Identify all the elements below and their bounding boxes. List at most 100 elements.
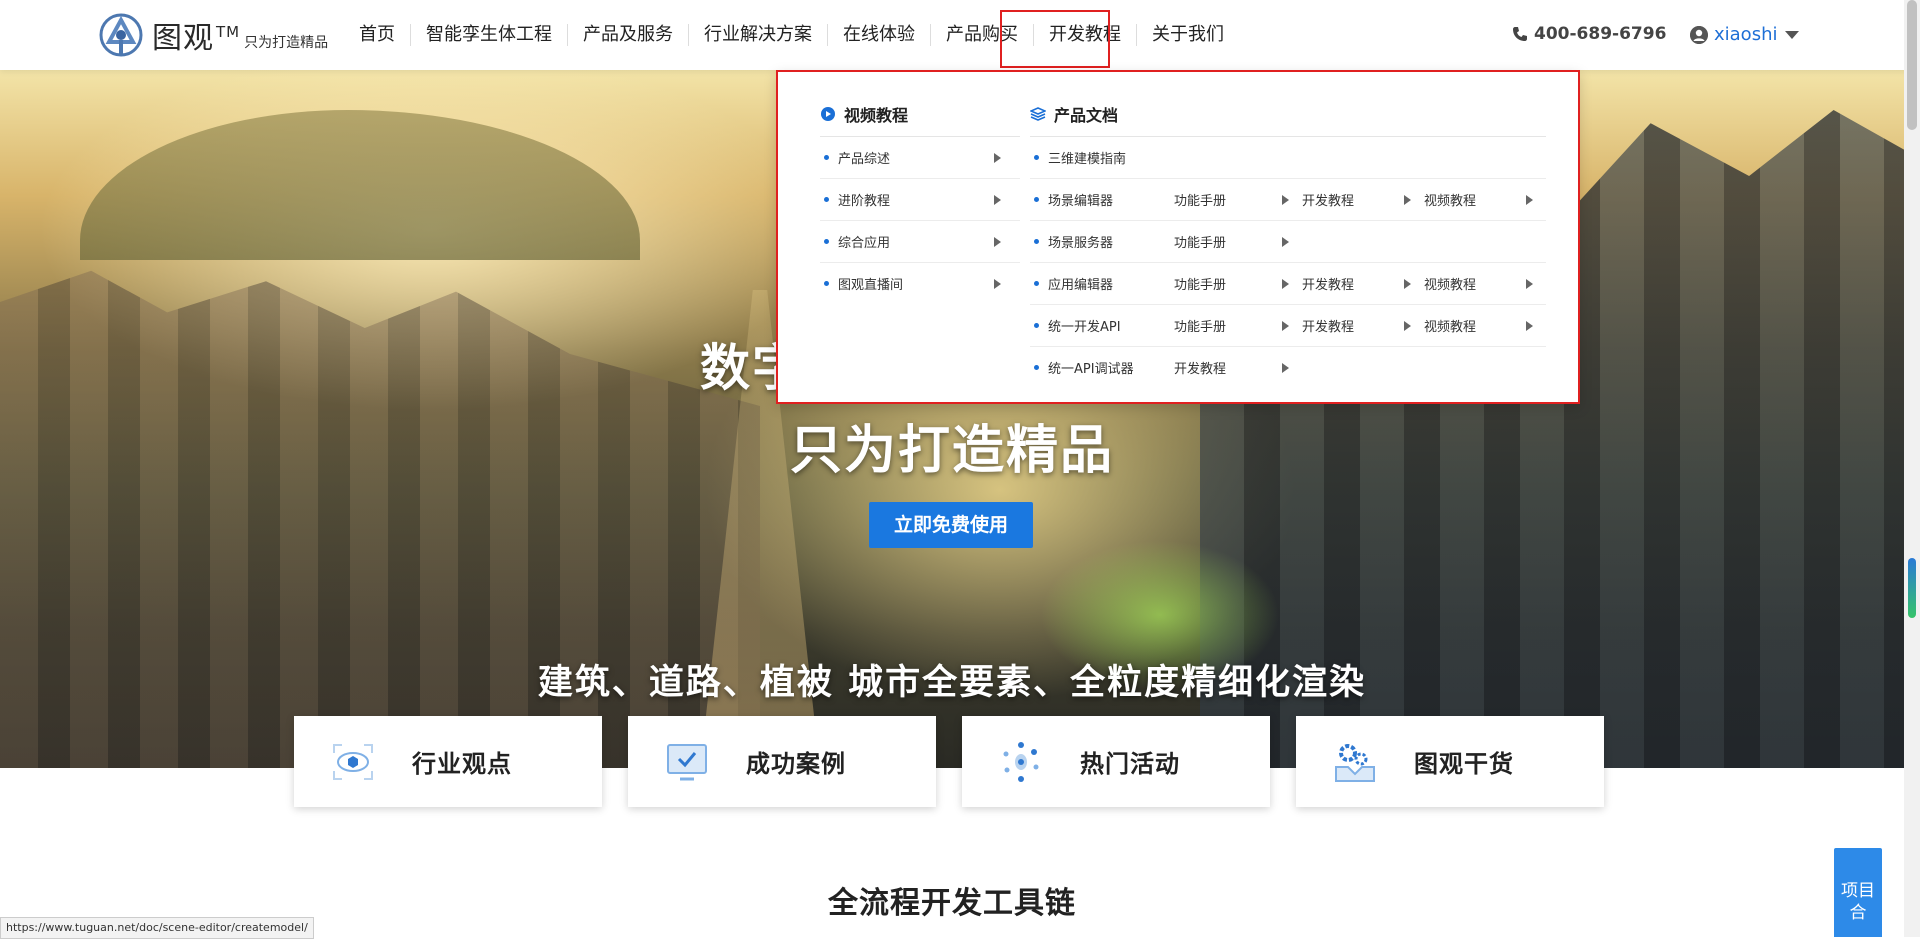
doc-name[interactable]: 场景编辑器: [1048, 190, 1176, 209]
doc-link-dev-tutorial[interactable]: 开发教程: [1302, 274, 1354, 293]
username: xiaoshi: [1714, 24, 1778, 45]
bullet-icon: [1034, 155, 1039, 160]
doc-name[interactable]: 三维建模指南: [1048, 148, 1176, 167]
triangle-right-icon: [1526, 320, 1533, 331]
video-item-overview[interactable]: 产品综述: [820, 137, 1020, 179]
triangle-right-icon: [994, 152, 1001, 163]
monitor-check-icon: [664, 739, 710, 785]
nav-solutions[interactable]: 行业解决方案: [689, 24, 828, 46]
main-nav: 首页 智能孪生体工程 产品及服务 行业解决方案 在线体验 产品购买 开发教程 关…: [344, 0, 1239, 70]
video-item-advanced[interactable]: 进阶教程: [820, 179, 1020, 221]
triangle-right-icon: [1526, 194, 1533, 205]
bullet-icon: [824, 155, 829, 160]
doc-link-manual[interactable]: 功能手册: [1174, 316, 1226, 335]
feature-cards: 行业观点 成功案例 热门活动 图观干货: [294, 716, 1604, 807]
triangle-right-icon: [1282, 278, 1289, 289]
bullet-icon: [824, 239, 829, 244]
logo[interactable]: 图观 TM 只为打造精品: [98, 12, 328, 58]
bullet-icon: [824, 281, 829, 286]
status-bar-url: https://www.tuguan.net/doc/scene-editor/…: [0, 917, 314, 939]
card-label: 成功案例: [746, 750, 846, 778]
triangle-right-icon: [994, 194, 1001, 205]
logo-mark-icon: [99, 13, 143, 57]
nav-dev-tutorials[interactable]: 开发教程: [1034, 24, 1137, 46]
triangle-right-icon: [1282, 236, 1289, 247]
doc-link-video[interactable]: 视频教程: [1424, 274, 1476, 293]
doc-link-manual[interactable]: 功能手册: [1174, 274, 1226, 293]
dots-ring-icon: [998, 739, 1044, 785]
video-item-applications[interactable]: 综合应用: [820, 221, 1020, 263]
triangle-right-icon: [1404, 320, 1411, 331]
card-success-cases[interactable]: 成功案例: [628, 716, 936, 807]
nav-products[interactable]: 产品及服务: [568, 24, 689, 46]
bullet-icon: [1034, 323, 1039, 328]
project-consult-tab[interactable]: 项目合: [1834, 848, 1882, 937]
triangle-right-icon: [1282, 362, 1289, 373]
triangle-right-icon: [994, 278, 1001, 289]
triangle-right-icon: [1526, 278, 1533, 289]
doc-row-scene-editor: 场景编辑器 功能手册 开发教程 视频教程: [1030, 179, 1546, 221]
nav-digital-twin[interactable]: 智能孪生体工程: [411, 24, 568, 46]
doc-name[interactable]: 应用编辑器: [1048, 274, 1176, 293]
card-industry-views[interactable]: 行业观点: [294, 716, 602, 807]
card-hot-events[interactable]: 热门活动: [962, 716, 1270, 807]
doc-name[interactable]: 统一API调试器: [1048, 358, 1176, 377]
product-docs-heading: 产品文档: [1030, 100, 1546, 137]
phone-number: 400-689-6796: [1512, 24, 1666, 44]
page-scrollbar[interactable]: [1904, 0, 1920, 937]
doc-link-dev-tutorial[interactable]: 开发教程: [1302, 190, 1354, 209]
logo-text: 图观 TM: [152, 21, 241, 56]
logo-slogan: 只为打造精品: [244, 35, 329, 51]
section-title: 全流程开发工具链: [828, 886, 1076, 921]
card-label: 行业观点: [412, 750, 512, 778]
doc-row-unified-api: 统一开发API 功能手册 开发教程 视频教程: [1030, 305, 1546, 347]
user-avatar-icon: [1690, 25, 1708, 44]
site-header: 图观 TM 只为打造精品 首页 智能孪生体工程 产品及服务 行业解决方案 在线体验…: [0, 0, 1920, 70]
user-menu[interactable]: xiaoshi: [1690, 24, 1800, 45]
triangle-right-icon: [1282, 320, 1289, 331]
nav-about[interactable]: 关于我们: [1137, 24, 1239, 46]
doc-link-manual[interactable]: 功能手册: [1174, 190, 1226, 209]
video-item-live-room[interactable]: 图观直播间: [820, 263, 1020, 304]
scroll-indicator: [1908, 558, 1916, 618]
nav-purchase[interactable]: 产品购买: [931, 24, 1034, 46]
layers-icon: [1030, 106, 1046, 122]
doc-row-scene-server: 场景服务器 功能手册: [1030, 221, 1546, 263]
card-tech-articles[interactable]: 图观干货: [1296, 716, 1604, 807]
triangle-right-icon: [1404, 194, 1411, 205]
video-tutorials-heading: 视频教程: [820, 100, 1020, 137]
gears-tray-icon: [1332, 739, 1378, 785]
play-circle-icon: [820, 106, 836, 122]
nav-home[interactable]: 首页: [344, 24, 411, 46]
doc-link-video[interactable]: 视频教程: [1424, 190, 1476, 209]
scrollbar-thumb[interactable]: [1907, 0, 1917, 130]
bullet-icon: [1034, 197, 1039, 202]
cube-eye-icon: [330, 739, 376, 785]
bullet-icon: [1034, 365, 1039, 370]
bullet-icon: [1034, 281, 1039, 286]
video-tutorials-column: 视频教程 产品综述 进阶教程 综合应用 图观直播间: [820, 100, 1020, 304]
bullet-icon: [824, 197, 829, 202]
doc-row-api-debugger: 统一API调试器 开发教程: [1030, 347, 1546, 388]
doc-link-video[interactable]: 视频教程: [1424, 316, 1476, 335]
doc-name[interactable]: 场景服务器: [1048, 232, 1176, 251]
nav-online-demo[interactable]: 在线体验: [828, 24, 931, 46]
doc-link-dev-tutorial[interactable]: 开发教程: [1302, 316, 1354, 335]
doc-link-dev-tutorial[interactable]: 开发教程: [1174, 358, 1226, 377]
card-label: 热门活动: [1080, 750, 1180, 778]
product-docs-column: 产品文档 三维建模指南 场景编辑器 功能手册 开发教程 视频教程 场景服务器 功…: [1030, 100, 1546, 388]
doc-row-app-editor: 应用编辑器 功能手册 开发教程 视频教程: [1030, 263, 1546, 305]
doc-row-modeling-guide: 三维建模指南: [1030, 137, 1546, 179]
chevron-down-icon: [1785, 30, 1800, 39]
card-label: 图观干货: [1414, 750, 1514, 778]
hero-bg-mountain: [80, 110, 640, 260]
hero-subtitle: 建筑、道路、植被 城市全要素、全粒度精细化渲染: [537, 663, 1367, 703]
phone-icon: [1513, 27, 1527, 41]
bullet-icon: [1034, 239, 1039, 244]
triangle-right-icon: [1282, 194, 1289, 205]
triangle-right-icon: [994, 236, 1001, 247]
free-trial-button[interactable]: 立即免费使用: [869, 502, 1033, 548]
doc-link-manual[interactable]: 功能手册: [1174, 232, 1226, 251]
triangle-right-icon: [1404, 278, 1411, 289]
doc-name[interactable]: 统一开发API: [1048, 316, 1176, 335]
